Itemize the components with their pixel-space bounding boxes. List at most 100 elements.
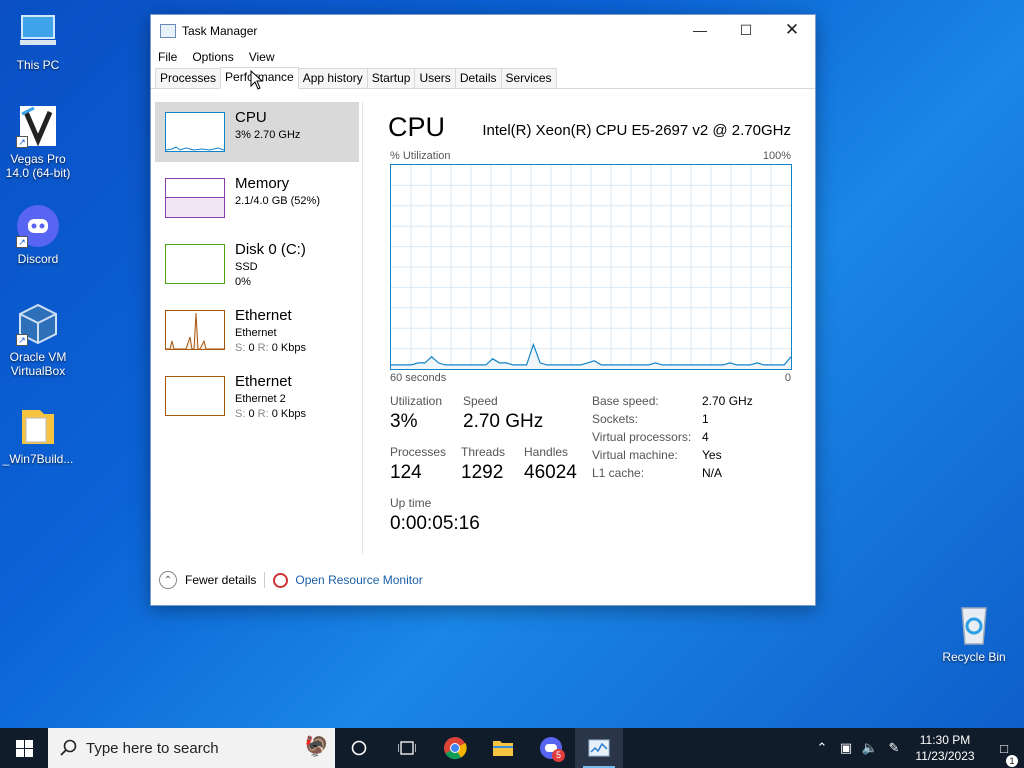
system-tray: ⌃ ▣ 🔈 ✎ 11:30 PM 11/23/2023 □ 1 [810, 728, 1024, 768]
shortcut-arrow-icon: ↗ [16, 334, 28, 346]
task-manager-icon [160, 24, 176, 38]
detail-title: CPU [388, 112, 446, 142]
utilization-axis-max: 100% [762, 150, 791, 162]
performance-content: CPU 3% 2.70 GHz Memory 2.1/4.0 GB (52%) … [151, 90, 815, 605]
tab-processes[interactable]: Processes [155, 68, 222, 88]
graph-time-left: 60 seconds [390, 372, 447, 384]
resource-item-ethernet-2[interactable]: Ethernet Ethernet 2 S: 0 R: 0 Kbps [155, 366, 359, 426]
resource-name: Ethernet [235, 307, 292, 324]
spec-row: Virtual processors: 4 [592, 430, 709, 444]
fewer-details-link[interactable]: Fewer details [185, 573, 256, 587]
resource-usage: 0% [235, 276, 251, 288]
maximize-button[interactable]: ☐ [723, 15, 769, 45]
desktop-icon-discord[interactable]: ↗ Discord [0, 204, 76, 266]
tab-services[interactable]: Services [500, 68, 557, 88]
menu-view[interactable]: View [249, 50, 275, 64]
folder-icon [16, 404, 60, 448]
chevron-up-icon[interactable]: ⌃ [810, 740, 834, 756]
chevron-up-icon[interactable]: ⌃ [159, 571, 177, 589]
desktop-icon-label: Oracle VM VirtualBox [9, 350, 67, 378]
notification-center-icon[interactable]: □ 1 [984, 741, 1024, 767]
throughput: S: 0 R: 0 Kbps [235, 342, 306, 354]
chrome-icon [444, 737, 467, 760]
desktop-icon-recycle-bin[interactable]: Recycle Bin [936, 602, 1012, 664]
search-box[interactable]: Type here to search 🦃 [48, 728, 335, 768]
task-view-button[interactable] [383, 728, 431, 768]
menu-options[interactable]: Options [192, 50, 233, 64]
graph-time-right: 0 [784, 372, 791, 384]
ethernet-sparkline [165, 376, 225, 416]
minimize-button[interactable]: — [677, 15, 723, 45]
desktop-icon-vegas-pro[interactable]: ↗ Vegas Pro 14.0 (64-bit) [0, 104, 76, 180]
spec-row: Virtual machine: Yes [592, 448, 722, 462]
desktop-icon-label: _Win7Build... [2, 452, 74, 466]
search-placeholder: Type here to search [86, 739, 219, 757]
mouse-cursor [250, 70, 264, 90]
resource-type: SSD [235, 261, 258, 273]
close-button[interactable]: ✕ [769, 15, 815, 45]
clock[interactable]: 11:30 PM 11/23/2023 [906, 732, 984, 764]
desktop-icon-label: This PC [16, 58, 60, 72]
tab-details[interactable]: Details [454, 68, 502, 88]
threads-stat: Threads 1292 [461, 445, 506, 483]
adapter-name: Ethernet 2 [235, 393, 286, 405]
disk-sparkline [165, 244, 225, 284]
title-bar[interactable]: Task Manager — ☐ ✕ [151, 15, 815, 47]
file-explorer-button[interactable] [479, 728, 527, 768]
handles-stat: Handles 46024 [524, 445, 577, 483]
task-view-icon [398, 741, 416, 755]
chrome-button[interactable] [431, 728, 479, 768]
cpu-graph-svg [391, 165, 792, 369]
open-resource-monitor-link[interactable]: Open Resource Monitor [295, 573, 422, 587]
ethernet-sparkline [165, 310, 225, 350]
spec-row: Base speed: 2.70 GHz [592, 394, 753, 408]
menu-file[interactable]: File [158, 50, 177, 64]
clock-date: 11/23/2023 [915, 749, 975, 763]
discord-icon: ↗ [16, 204, 60, 248]
search-icon [60, 739, 77, 756]
menu-bar: File Options View [151, 47, 815, 67]
task-manager-window: Task Manager — ☐ ✕ File Options View Pro… [150, 14, 816, 606]
cpu-model: Intel(R) Xeon(R) CPU E5-2697 v2 @ 2.70GH… [482, 122, 791, 139]
processes-stat: Processes 124 [390, 445, 447, 483]
virtualbox-icon: ↗ [16, 302, 60, 346]
footer-separator [264, 572, 266, 588]
adapter-name: Ethernet [235, 327, 277, 339]
resource-summary: 3% 2.70 GHz [235, 129, 301, 141]
pen-icon[interactable]: ✎ [882, 740, 906, 756]
desktop-icon-virtualbox[interactable]: ↗ Oracle VM VirtualBox [0, 302, 76, 378]
resource-item-disk[interactable]: Disk 0 (C:) SSD 0% [155, 234, 359, 294]
windows-logo-icon [15, 739, 33, 757]
resource-item-memory[interactable]: Memory 2.1/4.0 GB (52%) [155, 168, 359, 228]
network-icon[interactable]: ▣ [834, 740, 858, 756]
vegas-pro-icon: ↗ [16, 104, 60, 148]
task-manager-taskbar-button[interactable] [575, 728, 623, 768]
volume-muted-icon[interactable]: 🔈 [858, 740, 882, 756]
resource-item-cpu[interactable]: CPU 3% 2.70 GHz [155, 102, 359, 162]
desktop-icon-label: Recycle Bin [942, 650, 1006, 664]
tab-startup[interactable]: Startup [366, 68, 416, 88]
cortana-icon [351, 740, 367, 756]
discord-taskbar-button[interactable]: 5 [527, 728, 575, 768]
desktop-icon-this-pc[interactable]: This PC [0, 10, 76, 72]
cpu-utilization-graph [390, 164, 792, 370]
speed-stat: Speed 2.70 GHz [463, 394, 544, 432]
desktop-icon-label: Vegas Pro 14.0 (64-bit) [5, 152, 71, 180]
utilization-axis-label: % Utilization [390, 150, 451, 162]
resource-item-ethernet[interactable]: Ethernet Ethernet S: 0 R: 0 Kbps [155, 300, 359, 360]
start-button[interactable] [0, 728, 48, 768]
desktop-icon-win7build[interactable]: _Win7Build... [0, 404, 76, 466]
resource-name: Ethernet [235, 373, 292, 390]
cortana-button[interactable] [335, 728, 383, 768]
window-title: Task Manager [182, 24, 258, 38]
uptime-stat: Up time 0:00:05:16 [390, 496, 480, 534]
tab-users[interactable]: Users [414, 68, 456, 88]
footer-bar: ⌃ Fewer details Open Resource Monitor [159, 569, 423, 591]
search-highlight-icon: 🦃 [304, 736, 329, 758]
task-manager-icon [588, 739, 610, 757]
spec-row: Sockets: 1 [592, 412, 709, 426]
panel-divider[interactable] [362, 102, 363, 554]
throughput: S: 0 R: 0 Kbps [235, 408, 306, 420]
tab-app-history[interactable]: App history [297, 68, 368, 88]
taskbar: Type here to search 🦃 5 ⌃ ▣ 🔈 ✎ 11:30 PM… [0, 728, 1024, 768]
